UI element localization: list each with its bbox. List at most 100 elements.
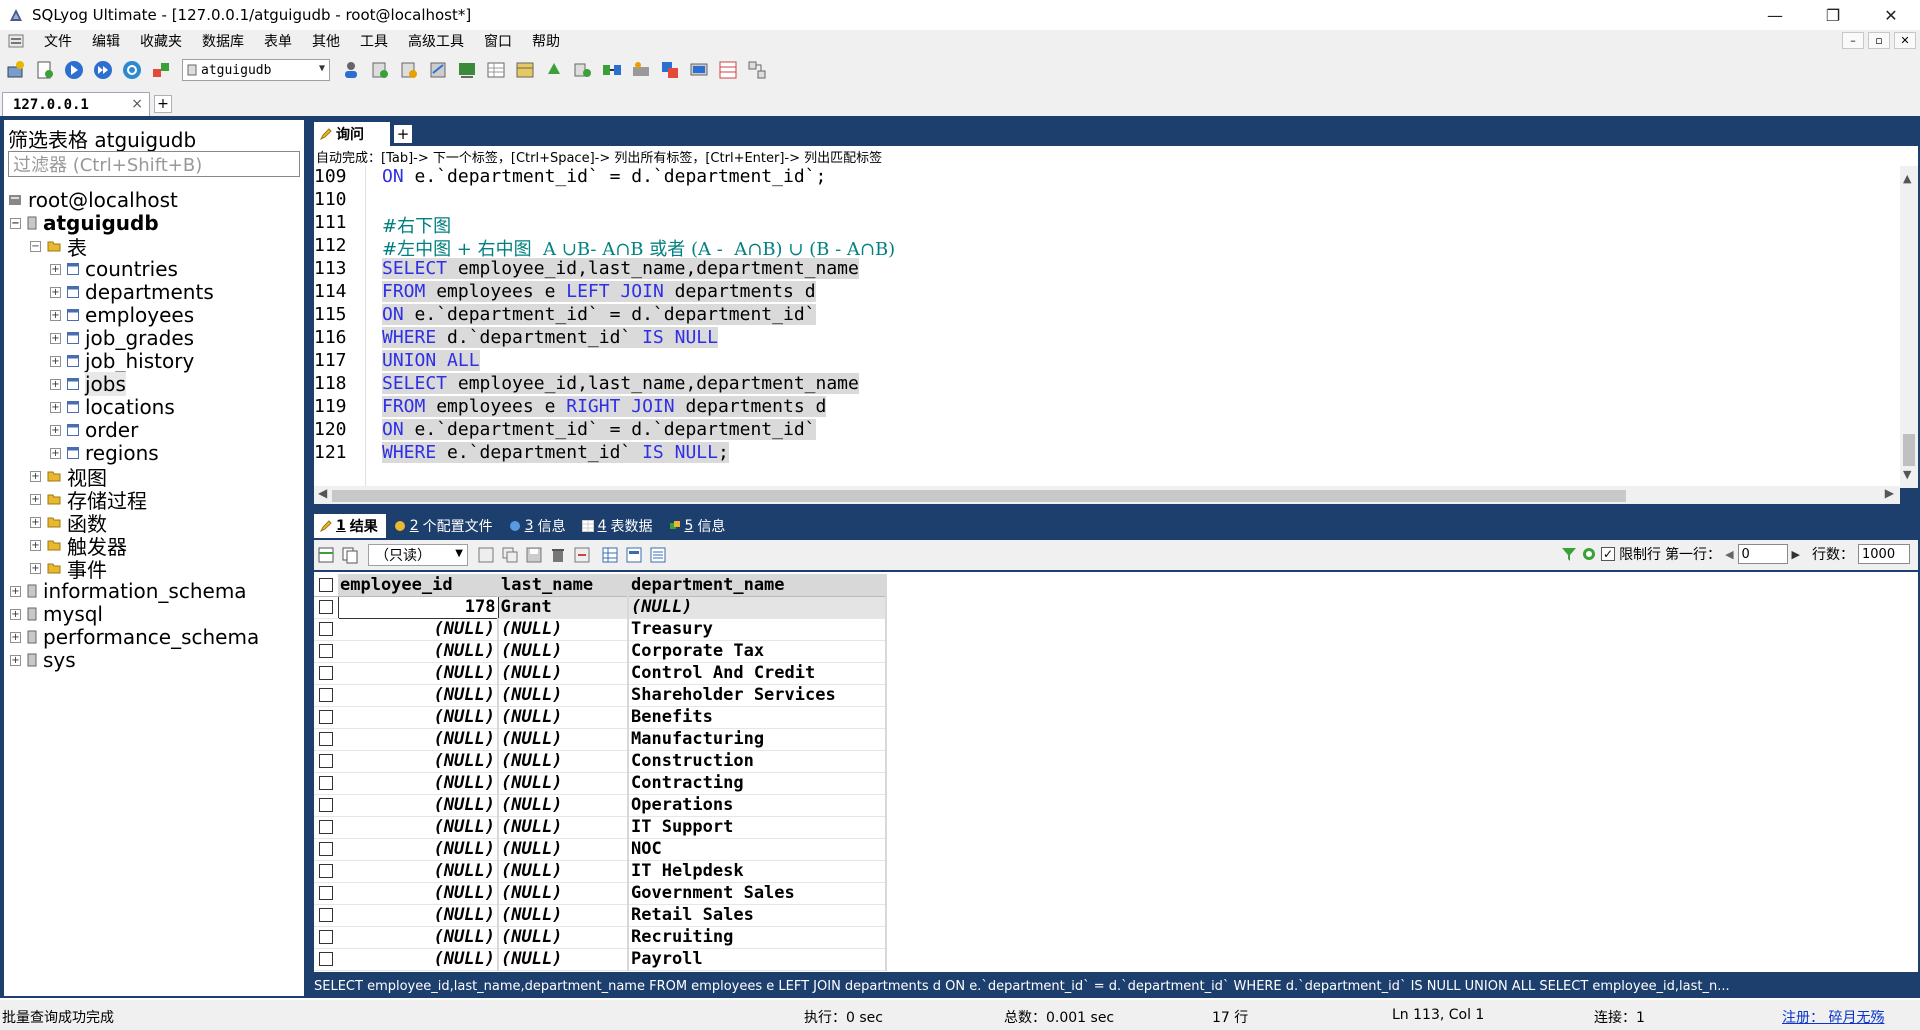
export-icon[interactable] bbox=[455, 58, 479, 82]
cell-employee-id[interactable]: (NULL) bbox=[338, 728, 499, 751]
result-mode-select[interactable]: （只读） ▼ bbox=[368, 544, 468, 566]
row-count-input[interactable]: 1000 bbox=[1858, 544, 1910, 564]
row-checkbox[interactable] bbox=[319, 710, 333, 724]
schema-sync-icon[interactable] bbox=[571, 58, 595, 82]
expand-icon[interactable]: + bbox=[50, 286, 61, 298]
app-menu-icon[interactable] bbox=[8, 34, 24, 48]
row-select-cell[interactable] bbox=[314, 926, 338, 949]
new-query-icon[interactable] bbox=[33, 58, 57, 82]
collapse-icon[interactable]: − bbox=[10, 217, 21, 229]
expand-icon[interactable]: + bbox=[50, 401, 61, 413]
expand-icon[interactable]: + bbox=[10, 631, 21, 643]
row-select-cell[interactable] bbox=[314, 728, 338, 751]
row-checkbox[interactable] bbox=[319, 930, 333, 944]
cell-last-name[interactable]: Grant bbox=[498, 596, 629, 619]
scrollbar-thumb[interactable] bbox=[332, 490, 1626, 502]
cell-department-name[interactable]: IT Support bbox=[628, 816, 887, 839]
row-checkbox[interactable] bbox=[319, 908, 333, 922]
scroll-right-icon[interactable]: ▶ bbox=[1885, 486, 1894, 500]
profiler-icon[interactable] bbox=[687, 58, 711, 82]
cell-employee-id[interactable]: (NULL) bbox=[338, 816, 499, 839]
limit-rows-checkbox[interactable]: ✓ bbox=[1601, 547, 1616, 561]
column-header-department-name[interactable]: department_name bbox=[628, 574, 887, 597]
table-row[interactable]: (NULL) (NULL) Benefits bbox=[314, 706, 887, 729]
row-select-cell[interactable] bbox=[314, 882, 338, 905]
copy-results-icon[interactable] bbox=[340, 545, 360, 565]
mdi-close-button[interactable]: ✕ bbox=[1894, 32, 1916, 49]
refresh-results-icon[interactable] bbox=[1581, 546, 1597, 562]
table-row[interactable]: (NULL) (NULL) Shareholder Services bbox=[314, 684, 887, 707]
row-select-cell[interactable] bbox=[314, 640, 338, 663]
scheduler-icon[interactable] bbox=[629, 58, 653, 82]
cell-employee-id[interactable]: (NULL) bbox=[338, 684, 499, 707]
menu-tools[interactable]: 工具 bbox=[350, 31, 398, 51]
cell-department-name[interactable]: Government Sales bbox=[628, 882, 887, 905]
table-row[interactable]: (NULL) (NULL) Retail Sales bbox=[314, 904, 887, 927]
table-row[interactable]: (NULL) (NULL) Construction bbox=[314, 750, 887, 773]
tab-profiles[interactable]: 2 个配置文件 bbox=[388, 514, 501, 538]
connection-tab[interactable]: 127.0.0.1 × bbox=[2, 92, 150, 116]
table-row[interactable]: (NULL) (NULL) Control And Credit bbox=[314, 662, 887, 685]
table-row[interactable]: (NULL) (NULL) IT Helpdesk bbox=[314, 860, 887, 883]
code-line[interactable]: WHERE d.`department_id` IS NULL bbox=[382, 327, 718, 350]
code-line[interactable]: SELECT employee_id,last_name,department_… bbox=[382, 373, 859, 396]
row-select-cell[interactable] bbox=[314, 904, 338, 927]
expand-icon[interactable]: + bbox=[50, 447, 61, 459]
delete-row-icon[interactable] bbox=[548, 545, 568, 565]
expand-icon[interactable]: + bbox=[30, 562, 41, 574]
execute-all-icon[interactable] bbox=[91, 58, 115, 82]
cell-last-name[interactable]: (NULL) bbox=[498, 926, 629, 949]
row-checkbox[interactable] bbox=[319, 864, 333, 878]
row-checkbox[interactable] bbox=[319, 820, 333, 834]
cell-last-name[interactable]: (NULL) bbox=[498, 662, 629, 685]
diagram-icon[interactable] bbox=[745, 58, 769, 82]
close-button[interactable]: ✕ bbox=[1862, 0, 1920, 30]
cell-last-name[interactable]: (NULL) bbox=[498, 838, 629, 861]
expand-icon[interactable]: + bbox=[50, 355, 61, 367]
cell-last-name[interactable]: (NULL) bbox=[498, 618, 629, 641]
cell-last-name[interactable]: (NULL) bbox=[498, 816, 629, 839]
cell-employee-id[interactable]: (NULL) bbox=[338, 882, 499, 905]
close-tab-icon[interactable]: × bbox=[131, 96, 143, 112]
scrollbar-thumb[interactable] bbox=[1903, 434, 1915, 466]
cell-employee-id[interactable]: (NULL) bbox=[338, 838, 499, 861]
cell-employee-id[interactable]: (NULL) bbox=[338, 860, 499, 883]
cell-department-name[interactable]: Shareholder Services bbox=[628, 684, 887, 707]
cell-last-name[interactable]: (NULL) bbox=[498, 750, 629, 773]
cell-last-name[interactable]: (NULL) bbox=[498, 706, 629, 729]
cell-department-name[interactable]: Recruiting bbox=[628, 926, 887, 949]
cell-department-name[interactable]: Payroll bbox=[628, 948, 887, 971]
menu-file[interactable]: 文件 bbox=[34, 31, 82, 51]
duplicate-row-icon[interactable] bbox=[500, 545, 520, 565]
text-view-icon[interactable] bbox=[648, 545, 668, 565]
cell-last-name[interactable]: (NULL) bbox=[498, 772, 629, 795]
row-checkbox[interactable] bbox=[319, 886, 333, 900]
row-select-cell[interactable] bbox=[314, 794, 338, 817]
column-header-last-name[interactable]: last_name bbox=[498, 574, 629, 597]
cell-department-name[interactable]: Construction bbox=[628, 750, 887, 773]
row-checkbox[interactable] bbox=[319, 688, 333, 702]
query-tab[interactable]: 询问 bbox=[314, 122, 390, 146]
cell-employee-id[interactable]: (NULL) bbox=[338, 750, 499, 773]
row-select-cell[interactable] bbox=[314, 596, 338, 619]
row-select-cell[interactable] bbox=[314, 816, 338, 839]
expand-icon[interactable]: + bbox=[50, 378, 61, 390]
scroll-left-icon[interactable]: ◀ bbox=[318, 486, 327, 500]
table-row[interactable]: (NULL) (NULL) Manufacturing bbox=[314, 728, 887, 751]
cell-last-name[interactable]: (NULL) bbox=[498, 684, 629, 707]
row-select-cell[interactable] bbox=[314, 618, 338, 641]
select-all-cell[interactable] bbox=[314, 574, 338, 597]
schema-icon[interactable] bbox=[513, 58, 537, 82]
table-row[interactable]: (NULL) (NULL) Corporate Tax bbox=[314, 640, 887, 663]
registration-link[interactable]: 注册： 碎月无殇 bbox=[1782, 1007, 1884, 1027]
table-row[interactable]: (NULL) (NULL) Payroll bbox=[314, 948, 887, 971]
scroll-up-icon[interactable]: ▲ bbox=[1903, 172, 1911, 185]
column-header-employee-id[interactable]: employee_id bbox=[338, 574, 499, 597]
form-view-icon[interactable] bbox=[624, 545, 644, 565]
code-line[interactable]: UNION ALL bbox=[382, 350, 480, 373]
cell-department-name[interactable]: Manufacturing bbox=[628, 728, 887, 751]
first-row-input[interactable]: 0 bbox=[1737, 544, 1788, 564]
cell-last-name[interactable]: (NULL) bbox=[498, 882, 629, 905]
cell-employee-id[interactable]: (NULL) bbox=[338, 772, 499, 795]
tab-messages[interactable]: 3 信息 bbox=[503, 514, 574, 538]
